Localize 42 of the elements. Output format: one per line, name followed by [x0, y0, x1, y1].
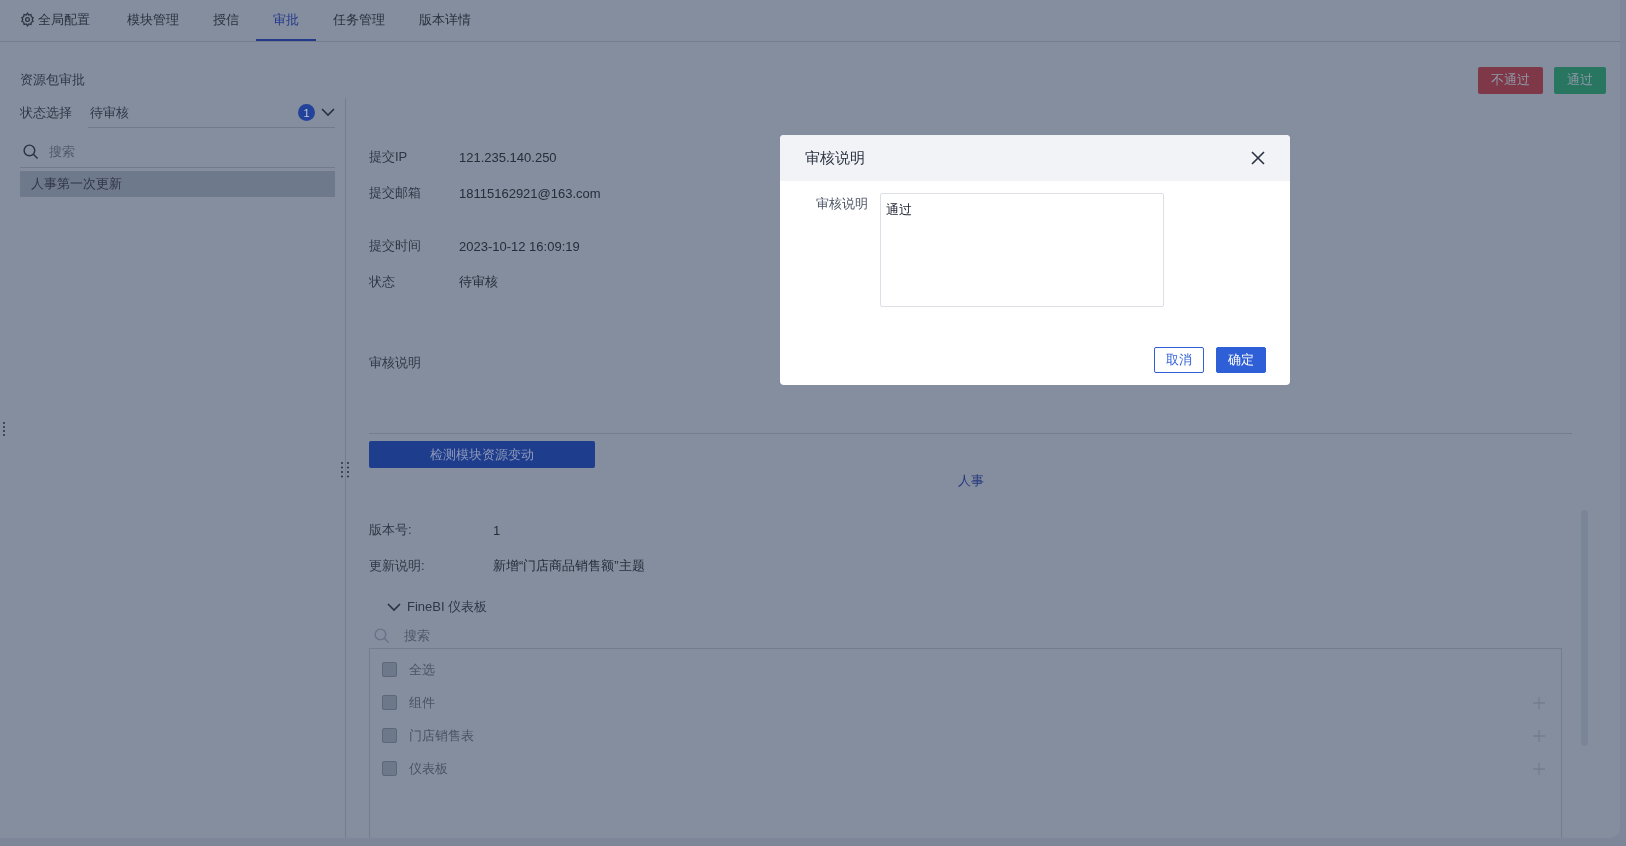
- dialog-title: 审核说明: [805, 148, 865, 168]
- search-icon: [22, 143, 39, 160]
- drag-handle-icon[interactable]: [2, 422, 6, 436]
- search-icon: [373, 626, 390, 644]
- field-label: 状态: [369, 273, 396, 291]
- cancel-button[interactable]: 取消: [1154, 347, 1204, 373]
- nav-tab[interactable]: 版本详情: [402, 0, 488, 41]
- tree-item-label: 组件: [409, 693, 435, 712]
- field-label: 审核说明: [815, 195, 868, 213]
- nav-tab[interactable]: 审批: [256, 0, 316, 41]
- field-label: 提交时间: [369, 237, 422, 255]
- nav-tab[interactable]: 授信: [196, 0, 256, 41]
- reject-button[interactable]: 不通过: [1478, 66, 1543, 94]
- nav-tab[interactable]: 全局配置: [20, 0, 110, 41]
- status-select[interactable]: 待审核 1: [88, 98, 335, 128]
- field-value: 121.235.140.250: [459, 149, 557, 165]
- drag-handle-icon[interactable]: [340, 462, 350, 478]
- confirm-button[interactable]: 确定: [1216, 347, 1266, 373]
- field-label: 版本号:: [369, 521, 413, 539]
- nav-tab[interactable]: 任务管理: [316, 0, 402, 41]
- nav-tab[interactable]: 模块管理: [110, 0, 196, 41]
- status-label: 状态选择: [20, 104, 73, 122]
- field-label: 提交IP: [369, 148, 409, 166]
- tree-item-label: 仪表板: [409, 759, 448, 778]
- comment-field[interactable]: 通过: [880, 193, 1164, 307]
- field-label: 审核说明: [369, 354, 422, 372]
- tree-toggle[interactable]: FineBI 仪表板: [369, 592, 1572, 622]
- chevron-down-icon: [321, 108, 335, 117]
- field-value: 1: [493, 522, 501, 538]
- detect-button[interactable]: 检测模块资源变动: [369, 441, 595, 468]
- field-value: 待审核: [459, 273, 498, 291]
- field-value: 2023-10-12 16:09:19: [459, 238, 580, 254]
- field-value: 18115162921@163.com: [459, 185, 601, 201]
- page-title: 资源包审批: [20, 71, 85, 89]
- field-value: 新增“门店商品销售额”主题: [493, 557, 645, 575]
- field-label: 提交邮箱: [369, 184, 422, 202]
- settings-icon: [20, 12, 35, 27]
- field-label: 更新说明:: [369, 557, 426, 575]
- count-badge: 1: [298, 104, 315, 121]
- close-button[interactable]: [1251, 151, 1265, 165]
- chevron-icon: [387, 602, 401, 612]
- module-title: 人事: [957, 472, 984, 490]
